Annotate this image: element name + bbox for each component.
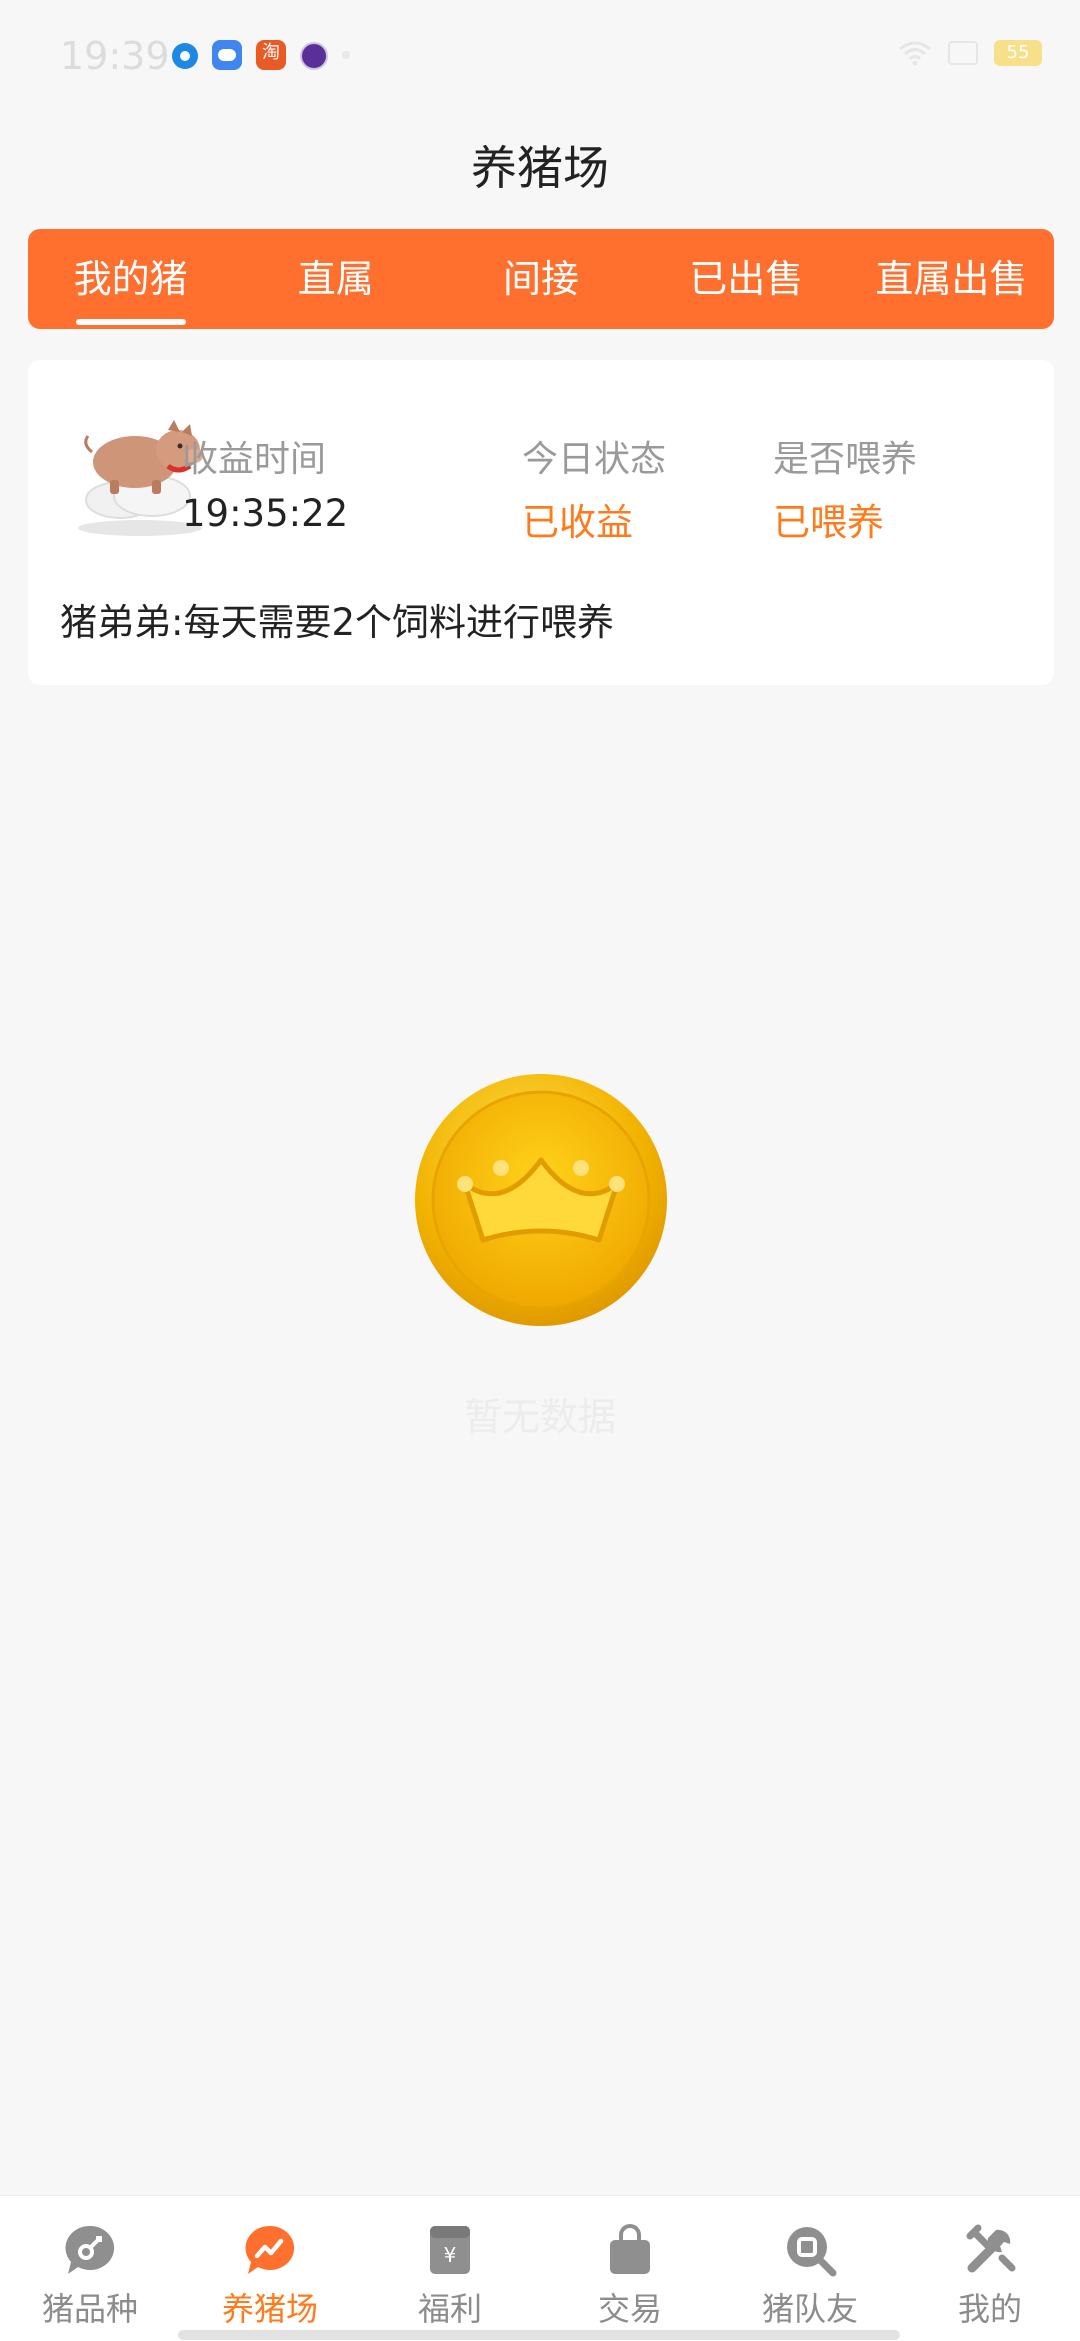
nav-label-teammates: 猪队友: [761, 2290, 858, 2328]
browser-app-icon: [300, 42, 328, 70]
status-bar: 19:39 淘 55: [0, 0, 1080, 110]
nav-item-welfare[interactable]: ¥ 福利: [360, 2196, 540, 2341]
trade-bag-icon: [610, 2224, 650, 2274]
nav-item-teammates[interactable]: 猪队友: [720, 2196, 900, 2341]
nav-label-trade: 交易: [597, 2290, 662, 2328]
nav-item-pig-farm[interactable]: 养猪场: [180, 2196, 360, 2341]
empty-state-text: 暂无数据: [463, 1395, 616, 1439]
today-status-value: 已收益: [522, 501, 633, 544]
app-notification-icon: [172, 43, 198, 69]
page-title: 养猪场: [471, 141, 609, 195]
pig-card[interactable]: 收益时间 19:35:22 今日状态 已收益 是否喂养 已喂养 猪弟弟:每天需要…: [28, 360, 1054, 685]
stat-fed: 是否喂养 已喂养: [773, 430, 917, 546]
bottom-nav: 猪品种 养猪场 ¥ 福利 交易 猪队友 我的: [0, 2195, 1080, 2341]
tools-icon: [966, 2224, 1016, 2273]
nav-item-pig-breeds[interactable]: 猪品种: [0, 2196, 180, 2341]
today-status-label: 今日状态: [522, 439, 667, 480]
feeding-note: 猪弟弟:每天需要2个饲料进行喂养: [60, 601, 615, 644]
nav-item-trade[interactable]: 交易: [540, 2196, 720, 2341]
tab-direct-sold[interactable]: 直属出售: [849, 229, 1054, 329]
earning-time-value: 19:35:22: [182, 492, 349, 535]
taobao-app-icon: 淘: [256, 40, 286, 70]
fed-label: 是否喂养: [773, 439, 918, 480]
notification-icons: 淘: [172, 40, 350, 70]
status-time: 19:39: [60, 34, 170, 78]
more-notifications-icon: [342, 51, 350, 59]
nav-label-pig-farm: 养猪场: [221, 2290, 318, 2328]
nav-label-welfare: 福利: [417, 2290, 482, 2328]
team-search-icon: [787, 2227, 837, 2277]
tab-direct[interactable]: 直属: [233, 229, 438, 329]
tab-my-pigs[interactable]: 我的猪: [28, 229, 233, 329]
welfare-icon: ¥: [430, 2226, 470, 2274]
system-status-icons: 55: [898, 40, 1042, 66]
crown-coin-icon: [415, 1074, 667, 1326]
nav-label-mine: 我的: [957, 2290, 1022, 2328]
tab-sold[interactable]: 已出售: [644, 229, 849, 329]
battery-icon: 55: [994, 40, 1042, 66]
pig-farm-icon: [245, 2225, 295, 2274]
nav-item-mine[interactable]: 我的: [900, 2196, 1080, 2341]
cloud-app-icon: [212, 40, 242, 70]
pig-breed-icon: [65, 2225, 115, 2274]
screen-cast-icon: [948, 41, 978, 65]
nav-label-pig-breeds: 猪品种: [41, 2290, 138, 2328]
stat-today-status: 今日状态 已收益: [522, 430, 666, 546]
tab-bar: 我的猪 直属 间接 已出售 直属出售: [28, 229, 1054, 329]
home-indicator[interactable]: [178, 2330, 900, 2340]
wifi-icon: [899, 41, 931, 66]
stat-earning-time: 收益时间 19:35:22: [182, 430, 348, 535]
svg-text:¥: ¥: [444, 2243, 457, 2267]
fed-value: 已喂养: [773, 501, 884, 544]
tab-indirect[interactable]: 间接: [438, 229, 643, 329]
earning-time-label: 收益时间: [182, 439, 327, 480]
